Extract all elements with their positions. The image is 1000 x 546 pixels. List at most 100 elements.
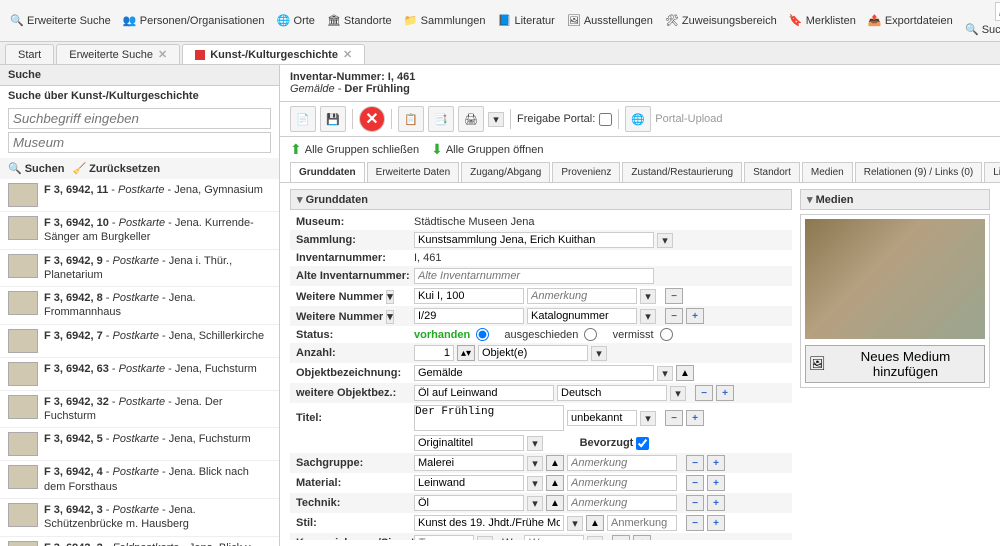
mat-remove[interactable]: −	[686, 475, 704, 491]
objbez-lookup[interactable]: ▲	[676, 365, 694, 381]
wnr1-dd[interactable]: ▾	[640, 289, 656, 304]
nav-exhibitions[interactable]: 🖼Ausstellungen	[562, 12, 658, 30]
result-item[interactable]: F 3, 6942, 2 - Feldpostkarte - Jena, Bli…	[0, 537, 279, 546]
sammlung-input[interactable]	[414, 232, 654, 248]
sach-input[interactable]	[414, 455, 524, 471]
wnr2-dd[interactable]: ▾	[640, 309, 656, 324]
nav-locations[interactable]: 🏛Standorte	[322, 12, 397, 30]
kenn-typ-dd[interactable]: ▾	[477, 536, 493, 541]
section-grunddaten[interactable]: Grunddaten	[290, 189, 792, 210]
wobjbez-input[interactable]	[414, 385, 554, 401]
sammlung-dropdown[interactable]: ▾	[657, 233, 673, 248]
anzahl-stepper[interactable]: ▴▾	[457, 345, 475, 361]
search-term-input[interactable]	[8, 108, 271, 129]
subtab-2[interactable]: Zugang/Abgang	[461, 162, 550, 182]
wnr2-remove[interactable]: −	[665, 308, 683, 324]
tech-input[interactable]	[414, 495, 524, 511]
titel-input[interactable]: Der Frühling	[414, 405, 564, 431]
reset-button[interactable]: 🧹Zurücksetzen	[72, 162, 160, 175]
mat-lookup[interactable]: ▲	[546, 475, 564, 491]
wobjbez-add[interactable]: +	[716, 385, 734, 401]
wnr2-input[interactable]	[414, 308, 524, 324]
subtab-8[interactable]: Literatur (4)	[984, 162, 1000, 182]
stil-remove[interactable]: −	[686, 515, 704, 531]
tech-note[interactable]	[567, 495, 677, 511]
kenn-add[interactable]: +	[633, 535, 651, 540]
mat-add[interactable]: +	[707, 475, 725, 491]
print-dropdown[interactable]: ▾	[488, 112, 504, 127]
altinv-input[interactable]	[414, 268, 654, 284]
sach-note[interactable]	[567, 455, 677, 471]
save-button[interactable]: 💾	[320, 106, 346, 132]
subtab-1[interactable]: Erweiterte Daten	[367, 162, 459, 182]
wobjbez-lang[interactable]	[557, 385, 667, 401]
subtab-3[interactable]: Provenienz	[552, 162, 620, 182]
inv-search-input[interactable]	[995, 2, 1000, 21]
wnr1-note[interactable]	[527, 288, 637, 304]
upload-button[interactable]: 🌐	[625, 106, 651, 132]
wnr1-input[interactable]	[414, 288, 524, 304]
result-item[interactable]: F 3, 6942, 10 - Postkarte - Jena. Kurren…	[0, 212, 279, 250]
nav-literature[interactable]: 📘Literatur	[492, 12, 559, 30]
freigabe-checkbox[interactable]	[599, 113, 612, 126]
tab-culture[interactable]: Kunst-/Kulturgeschichte✕	[182, 44, 365, 64]
mat-dd[interactable]: ▾	[527, 476, 543, 491]
result-item[interactable]: F 3, 6942, 32 - Postkarte - Jena. Der Fu…	[0, 391, 279, 429]
sach-add[interactable]: +	[707, 455, 725, 471]
anzahl-dd[interactable]: ▾	[591, 346, 607, 361]
result-item[interactable]: F 3, 6942, 4 - Postkarte - Jena. Blick n…	[0, 461, 279, 499]
status-aus-radio[interactable]	[584, 328, 597, 341]
result-item[interactable]: F 3, 6942, 63 - Postkarte - Jena, Fuchst…	[0, 358, 279, 391]
media-thumbnail[interactable]	[805, 219, 985, 339]
print-button[interactable]: 🖨	[458, 106, 484, 132]
close-icon[interactable]: ✕	[158, 48, 167, 61]
objbez-dd[interactable]: ▾	[657, 366, 673, 381]
titel-kind[interactable]	[414, 435, 524, 451]
result-item[interactable]: F 3, 6942, 5 - Postkarte - Jena, Fuchstu…	[0, 428, 279, 461]
wobjbez-remove[interactable]: −	[695, 385, 713, 401]
search-button[interactable]: 🔍Suchen	[8, 162, 64, 175]
titel-remove[interactable]: −	[665, 410, 683, 426]
subtab-7[interactable]: Relationen (9) / Links (0)	[855, 162, 983, 182]
subtab-5[interactable]: Standort	[744, 162, 800, 182]
wobjbez-dd[interactable]: ▾	[670, 386, 686, 401]
result-item[interactable]: F 3, 6942, 11 - Postkarte - Jena, Gymnas…	[0, 179, 279, 212]
wnr2-type[interactable]	[527, 308, 637, 324]
nav-collections[interactable]: 📁Sammlungen	[399, 12, 491, 30]
stil-dd[interactable]: ▾	[567, 516, 583, 531]
status-vorhanden-radio[interactable]	[476, 328, 489, 341]
add-medium-button[interactable]: 🖼Neues Medium hinzufügen	[805, 345, 985, 383]
status-ver-radio[interactable]	[660, 328, 673, 341]
stil-add[interactable]: +	[707, 515, 725, 531]
sach-dd[interactable]: ▾	[527, 456, 543, 471]
new-button[interactable]: 📄	[290, 106, 316, 132]
bevorzugt-checkbox[interactable]	[636, 437, 649, 450]
open-all-groups[interactable]: ⬇Alle Gruppen öffnen	[431, 141, 543, 158]
titel-dd[interactable]: ▾	[640, 411, 656, 426]
doc-button[interactable]: 📑	[428, 106, 454, 132]
nav-assignment[interactable]: 🛠Zuweisungsbereich	[660, 12, 782, 30]
anzahl-unit[interactable]	[478, 345, 588, 361]
result-item[interactable]: F 3, 6942, 7 - Postkarte - Jena, Schille…	[0, 325, 279, 358]
titel-add[interactable]: +	[686, 410, 704, 426]
result-item[interactable]: F 3, 6942, 9 - Postkarte - Jena i. Thür.…	[0, 250, 279, 288]
tech-dd[interactable]: ▾	[527, 496, 543, 511]
copy-button[interactable]: 📋	[398, 106, 424, 132]
anzahl-input[interactable]	[414, 345, 454, 361]
stil-lookup[interactable]: ▲	[586, 515, 604, 531]
tech-lookup[interactable]: ▲	[546, 495, 564, 511]
nav-ext-search[interactable]: 🔍Erweiterte Suche	[5, 12, 116, 30]
result-item[interactable]: F 3, 6942, 3 - Postkarte - Jena. Schütze…	[0, 499, 279, 537]
start-search-button[interactable]: 🔍Suche starten	[960, 21, 1000, 39]
titel-kind-dd[interactable]: ▾	[527, 436, 543, 451]
nav-watchlists[interactable]: 🔖Merklisten	[784, 12, 861, 30]
stil-input[interactable]	[414, 515, 564, 531]
subtab-0[interactable]: Grunddaten	[290, 162, 365, 182]
delete-button[interactable]: ✕	[359, 106, 385, 132]
mat-input[interactable]	[414, 475, 524, 491]
subtab-4[interactable]: Zustand/Restaurierung	[622, 162, 742, 182]
tab-ext-search[interactable]: Erweiterte Suche✕	[56, 44, 180, 64]
tech-add[interactable]: +	[707, 495, 725, 511]
close-icon[interactable]: ✕	[343, 48, 352, 61]
nav-persons[interactable]: 👥Personen/Organisationen	[118, 12, 270, 30]
